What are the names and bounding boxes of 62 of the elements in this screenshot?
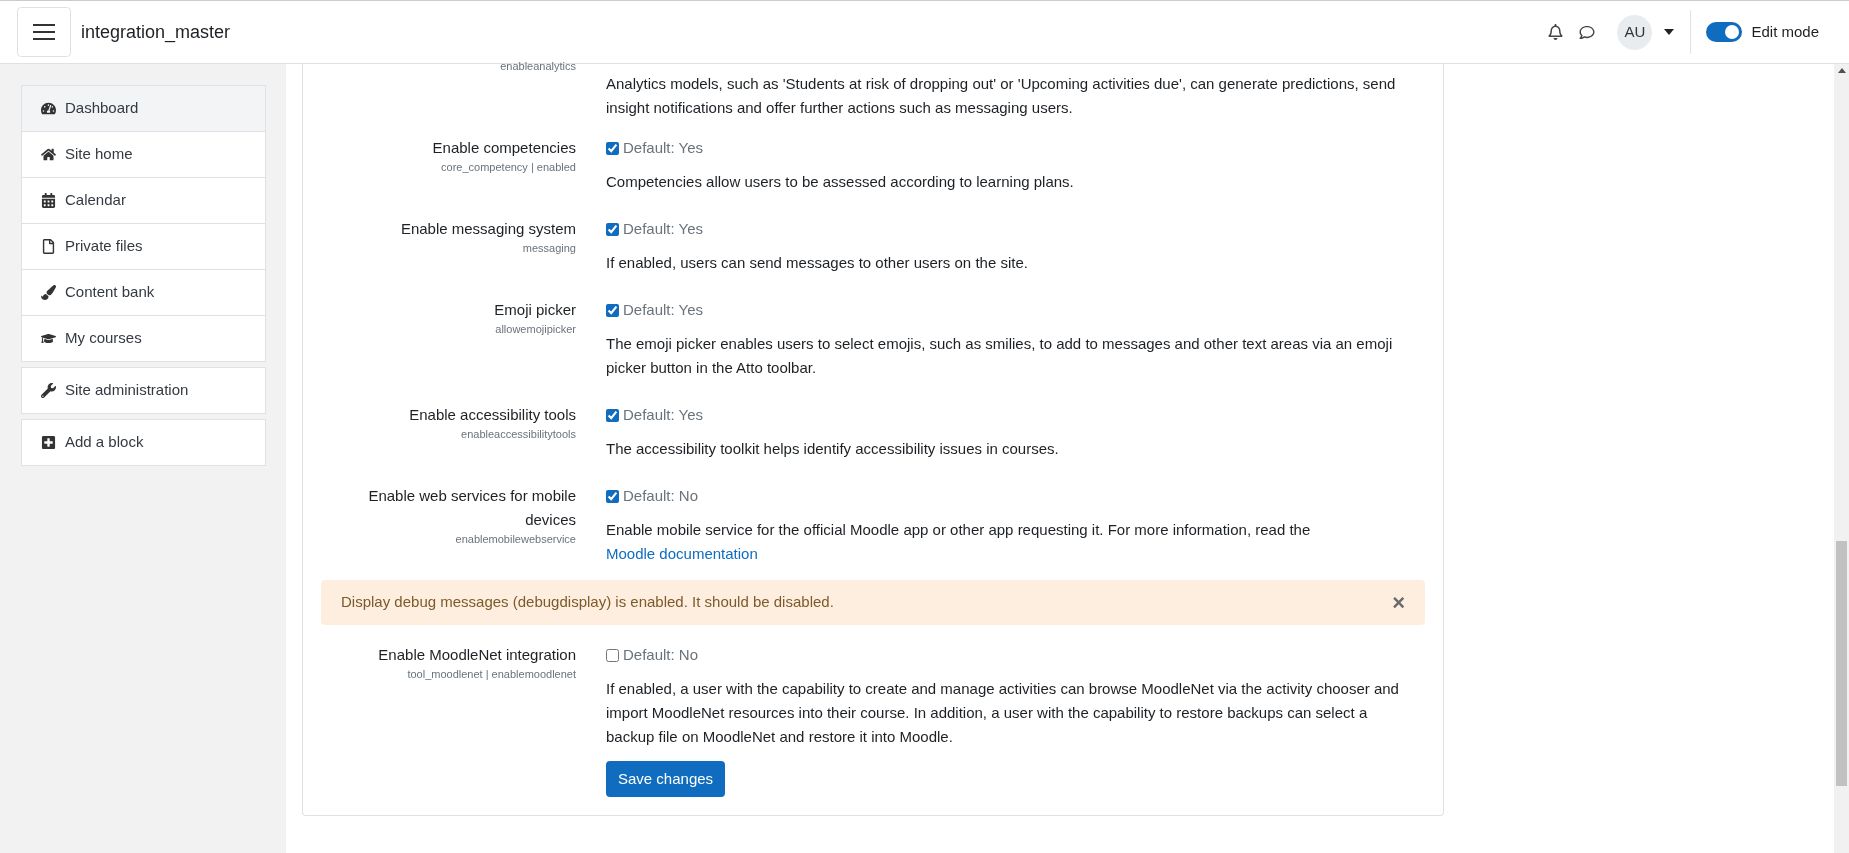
calendar-icon <box>41 193 56 208</box>
setting-checkbox[interactable] <box>606 408 619 422</box>
setting-checkbox[interactable] <box>606 489 619 503</box>
setting-checkbox[interactable] <box>606 303 619 317</box>
setting-checkbox[interactable] <box>606 141 619 155</box>
default-value: Default: Yes <box>623 299 704 320</box>
setting-label: Enable MoodleNet integration <box>378 645 576 665</box>
setting-label: Enable accessibility tools <box>409 405 576 425</box>
sidebar-item[interactable]: Private files <box>21 223 266 270</box>
default-value: Default: No <box>623 485 699 506</box>
scrollbar-thumb[interactable] <box>1836 541 1847 786</box>
house-icon <box>41 147 56 162</box>
file-icon <box>41 239 56 254</box>
setting-label: Enable web services for mobile devices <box>367 486 576 530</box>
sidebar-item[interactable]: Content bank <box>21 269 266 316</box>
brush-icon <box>41 285 56 300</box>
setting-description: Analytics models, such as 'Students at risk of dropping out' or 'Upcoming activities due', can generate predictions, send insight notifications and offer further actions such as messaging users. <box>606 74 1397 118</box>
setting-label: Emoji picker <box>494 300 576 320</box>
setting-description: If enabled, users can send messages to other users on the site. <box>606 253 1029 273</box>
setting-code: enableaccessibilitytools <box>461 427 576 441</box>
caret-icon[interactable] <box>1664 29 1675 35</box>
graduation-cap-icon <box>41 331 56 346</box>
sidebar-item[interactable]: My courses <box>21 315 266 362</box>
documentation-link[interactable]: Moodle documentation <box>606 545 758 562</box>
menu-button[interactable] <box>17 7 71 57</box>
default-value: Default: No <box>623 644 699 665</box>
notifications-icon[interactable] <box>1548 24 1564 40</box>
setting-description: Competencies allow users to be assessed according to learning plans. <box>606 172 1075 192</box>
sidebar-block[interactable]: Add a block <box>21 419 266 466</box>
user-avatar[interactable]: AU <box>1617 14 1653 50</box>
setting-description: If enabled, a user with the capability to create and manage activities can browse MoodleNet via the activity chooser and import MoodleNet resources into their course. In addition, a user with the capability to restore backups can select a backup file on MoodleNet and restore it into Moodle. <box>606 679 1400 747</box>
messages-icon[interactable] <box>1579 24 1596 40</box>
setting-label: Enable messaging system <box>400 219 576 239</box>
site-name: integration_master <box>81 20 231 45</box>
setting-checkbox[interactable] <box>606 222 619 236</box>
edit-mode-label: Edit mode <box>1751 21 1819 42</box>
default-value: Default: Yes <box>623 218 704 239</box>
setting-description: The emoji picker enables users to select emojis, such as smilies, to add to messages and other text areas via an emoji picker button in the Atto toolbar. <box>606 334 1394 378</box>
wrench-icon <box>41 383 56 398</box>
setting-label: Enable competencies <box>432 138 576 158</box>
alert-message: Display debug messages (debugdisplay) is enabled. It should be disabled. <box>341 592 834 613</box>
edit-mode-toggle[interactable] <box>1706 22 1743 42</box>
setting-code: messaging <box>522 241 576 255</box>
default-value: Default: Yes <box>623 404 704 425</box>
setting-code: core_competency | enabled <box>441 160 576 174</box>
sidebar-item[interactable]: Site home <box>21 131 266 178</box>
scroll-up-arrow-icon[interactable] <box>1837 68 1846 73</box>
default-value: Default: Yes <box>623 137 704 158</box>
sidebar-item[interactable]: Dashboard <box>21 85 266 132</box>
gauge-icon <box>41 101 56 116</box>
menu-icon <box>33 24 55 40</box>
setting-checkbox[interactable] <box>606 648 619 662</box>
setting-description: Enable mobile service for the official Moodle app or other app requesting it. For more information, read the Moodle documentation <box>606 520 1312 564</box>
setting-code: enablemobilewebservice <box>455 532 576 546</box>
close-button[interactable]: × <box>1392 591 1405 614</box>
setting-code: enableanalytics <box>500 61 576 74</box>
sidebar-item[interactable]: Calendar <box>21 177 266 224</box>
sidebar-block[interactable]: Site administration <box>21 367 266 414</box>
setting-code: tool_moodlenet | enablemoodlenet <box>407 667 576 681</box>
setting-code: allowemojipicker <box>495 322 576 336</box>
save-changes-button[interactable]: Save changes <box>606 761 726 797</box>
setting-description: The accessibility toolkit helps identify accessibility issues in courses. <box>606 439 1060 459</box>
